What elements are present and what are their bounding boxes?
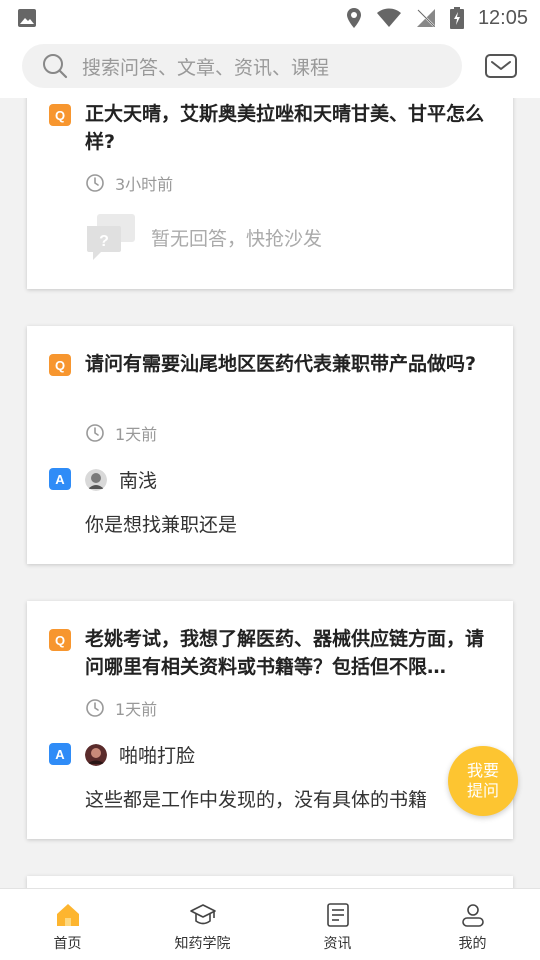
graduation-cap-icon xyxy=(189,904,216,925)
question-title[interactable]: 老姚考试，我想了解医药、器械供应链方面，请问哪里有相关资料或书籍等？包括但不限… xyxy=(85,625,490,681)
question-badge: Q xyxy=(49,354,71,376)
avatar[interactable] xyxy=(85,743,107,766)
tab-home[interactable]: 首页 xyxy=(0,889,135,960)
clock-icon xyxy=(86,699,104,717)
tab-label: 知药学院 xyxy=(174,936,231,952)
tab-label: 资讯 xyxy=(323,936,352,952)
question-time: 1天前 xyxy=(85,696,157,720)
answer-text[interactable]: 这些都是工作中发现的，没有具体的书籍 xyxy=(85,785,427,812)
home-icon xyxy=(56,904,79,926)
question-time: 3小时前 xyxy=(85,171,173,195)
tab-news[interactable]: 资讯 xyxy=(270,889,405,960)
answer-badge: A xyxy=(49,468,71,490)
answer-text[interactable]: 你是想找兼职还是 xyxy=(85,510,237,537)
question-card[interactable] xyxy=(27,876,513,888)
avatar[interactable] xyxy=(85,468,107,491)
svg-text:?: ? xyxy=(99,233,109,250)
no-signal-icon xyxy=(416,9,435,27)
time-text: 1天前 xyxy=(115,425,158,444)
answerer[interactable]: 啪啪打脸 xyxy=(85,741,195,768)
question-badge: Q xyxy=(49,629,71,651)
news-icon xyxy=(326,903,349,927)
ask-question-button[interactable]: 我要 提问 xyxy=(448,746,518,816)
search-placeholder: 搜索问答、文章、资讯、课程 xyxy=(82,56,330,79)
clock-icon xyxy=(86,424,104,442)
search-icon xyxy=(43,54,68,79)
wifi-icon xyxy=(376,8,401,27)
answerer-name: 南浅 xyxy=(119,470,158,492)
answerer-name: 啪啪打脸 xyxy=(119,745,196,767)
clock-icon xyxy=(86,174,104,192)
question-card[interactable]: Q 正大天晴，艾斯奥美拉唑和天晴甘美、甘平怎么样? 3小时前 ? 暂无回答，快抢… xyxy=(27,98,513,289)
question-title[interactable]: 正大天晴，艾斯奥美拉唑和天晴甘美、甘平怎么样? xyxy=(85,100,490,156)
question-time: 1天前 xyxy=(85,421,157,445)
question-card[interactable]: Q 请问有需要汕尾地区医药代表兼职带产品做吗? 1天前 A 南浅 你是想找兼职还… xyxy=(27,326,513,564)
location-icon xyxy=(346,8,361,28)
status-time: 12:05 xyxy=(477,6,528,29)
fab-label-line1: 我要 xyxy=(466,761,499,780)
no-answer-placeholder: ? 暂无回答，快抢沙发 xyxy=(85,214,322,260)
tab-academy[interactable]: 知药学院 xyxy=(135,889,270,960)
answer-badge: A xyxy=(49,743,71,765)
tab-label: 我的 xyxy=(458,936,487,952)
answerer[interactable]: 南浅 xyxy=(85,466,157,493)
question-card[interactable]: Q 老姚考试，我想了解医药、器械供应链方面，请问哪里有相关资料或书籍等？包括但不… xyxy=(27,601,513,839)
search-input[interactable]: 搜索问答、文章、资讯、课程 xyxy=(22,44,462,88)
tab-label: 首页 xyxy=(53,936,82,952)
image-icon xyxy=(18,9,36,27)
bottom-tab-bar: 首页 知药学院 资讯 我的 xyxy=(0,888,540,960)
user-icon xyxy=(461,904,484,927)
battery-charging-icon xyxy=(449,7,464,29)
time-text: 1天前 xyxy=(115,700,158,719)
fab-label-line2: 提问 xyxy=(466,781,499,800)
no-answer-text: 暂无回答，快抢沙发 xyxy=(151,227,323,250)
status-bar: 12:05 xyxy=(0,0,540,36)
time-text: 3小时前 xyxy=(115,175,174,194)
mail-icon[interactable] xyxy=(484,51,518,81)
tab-mine[interactable]: 我的 xyxy=(405,889,540,960)
question-badge: Q xyxy=(49,104,71,126)
question-title[interactable]: 请问有需要汕尾地区医药代表兼职带产品做吗? xyxy=(85,350,490,378)
question-bubble-icon: ? xyxy=(87,214,135,260)
header: 搜索问答、文章、资讯、课程 xyxy=(0,36,540,98)
